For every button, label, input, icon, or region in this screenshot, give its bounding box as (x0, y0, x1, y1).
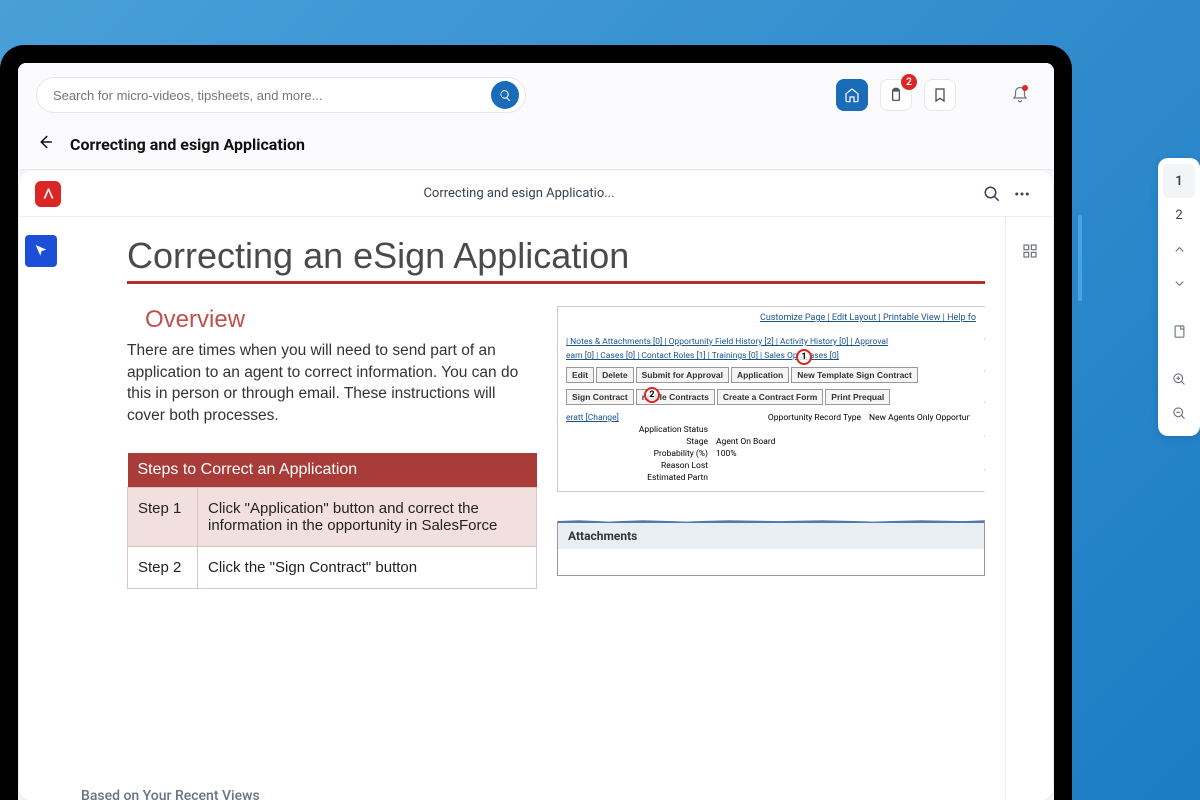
sf-related-nav: | Notes & Attachments [0] | Opportunity … (566, 337, 976, 347)
more-horizontal-icon (1013, 185, 1031, 203)
grid-icon (1022, 243, 1038, 259)
notification-dot (1022, 85, 1028, 91)
step-text: Click the "Sign Contract" button (198, 546, 537, 588)
step-number: Step 1 (128, 487, 198, 546)
search-icon (983, 185, 1001, 203)
page-1-button[interactable]: 1 (1163, 164, 1195, 198)
sf-button-row: 1 Edit Delete Submit for Approval Applic… (566, 367, 976, 383)
annotation-circle-2: 2 (644, 387, 660, 403)
page-2-button[interactable]: 2 (1163, 198, 1195, 232)
table-row: Step 2 Click the "Sign Contract" button (128, 546, 537, 588)
topbar: 2 (18, 63, 1054, 125)
sf-button-row: 2 Sign Contract ntable Contracts Create … (566, 389, 976, 405)
app-screen: 2 Correcting and esign Application Corre… (18, 63, 1054, 800)
zoom-out-icon (1172, 406, 1187, 421)
document-heading: Correcting an eSign Application (127, 235, 985, 284)
clipboard-icon (888, 87, 904, 103)
titlebar: Correcting and esign Application (18, 125, 1054, 170)
pdf-document-title: Correcting and esign Applicatio... (61, 186, 977, 201)
select-tool[interactable] (25, 235, 57, 267)
grid-view-button[interactable] (1014, 235, 1046, 267)
search-container (36, 77, 526, 113)
annotation-circle-1: 1 (796, 349, 812, 365)
tablet-frame: 2 Correcting and esign Application Corre… (0, 45, 1072, 800)
fit-page-button[interactable] (1163, 314, 1195, 348)
document-area[interactable]: Correcting an eSign Application Overview… (63, 217, 1005, 800)
document-left-column: Overview There are times when you will n… (127, 306, 537, 589)
sf-create-contract-button: Create a Contract Form (717, 389, 823, 405)
search-icon (499, 89, 512, 102)
chevron-up-icon (1172, 242, 1187, 257)
steps-table-header: Steps to Correct an Application (128, 453, 537, 488)
salesforce-screenshot: Customize Page | Edit Layout | Printable… (557, 306, 985, 492)
search-input[interactable] (53, 88, 491, 103)
step-number: Step 2 (128, 546, 198, 588)
steps-table: Steps to Correct an Application Step 1 C… (127, 453, 537, 589)
clipboard-badge: 2 (901, 74, 917, 90)
sf-page-links: Customize Page | Edit Layout | Printable… (566, 313, 976, 323)
sf-edit-button: Edit (566, 367, 594, 383)
table-row: Step 1 Click "Application" button and co… (128, 487, 537, 546)
document-page: Correcting an eSign Application Overview… (63, 217, 1005, 800)
sf-related-nav: eam [0] | Cases [0] | Contact Roles [1] … (566, 351, 976, 361)
pdf-viewer: Correcting and esign Applicatio... Corre… (19, 171, 1053, 800)
attachments-heading: Attachments (558, 521, 984, 549)
home-button[interactable] (836, 79, 868, 111)
attachments-panel: Attachments (557, 520, 985, 576)
pdf-more-button[interactable] (1007, 179, 1037, 209)
zoom-out-button[interactable] (1163, 396, 1195, 430)
zoom-in-icon (1172, 372, 1187, 387)
home-icon (844, 87, 860, 103)
pdf-header: Correcting and esign Applicatio... (19, 171, 1053, 217)
prev-page-button[interactable] (1163, 232, 1195, 266)
document-right-column: Customize Page | Edit Layout | Printable… (557, 306, 985, 589)
sf-change-link: eratt [Change] (566, 413, 619, 423)
search-button[interactable] (491, 81, 519, 109)
zoom-in-button[interactable] (1163, 362, 1195, 396)
pdf-sidebar (1005, 217, 1053, 800)
document-icon (1172, 324, 1187, 339)
page-tools-panel: 1 2 (1158, 158, 1200, 436)
back-button[interactable] (36, 133, 54, 155)
pdf-body: Correcting an eSign Application Overview… (19, 217, 1053, 800)
adobe-icon (35, 181, 61, 207)
next-page-button[interactable] (1163, 266, 1195, 300)
step-text: Click "Application" button and correct t… (198, 487, 537, 546)
scrollbar-indicator[interactable] (1078, 215, 1082, 301)
overview-text: There are times when you will need to se… (127, 340, 537, 427)
sf-fields: eratt [Change] Opportunity Record Type N… (566, 413, 976, 483)
bookmark-icon (932, 87, 948, 103)
sf-submit-approval-button: Submit for Approval (636, 367, 729, 383)
overview-heading: Overview (145, 306, 537, 334)
sf-new-template-button: New Template Sign Contract (791, 367, 918, 383)
sf-application-button: Application (731, 367, 789, 383)
notifications-button[interactable] (1004, 79, 1036, 111)
arrow-left-icon (36, 133, 54, 151)
recent-views-label: Based on Your Recent Views (81, 788, 260, 800)
chevron-down-icon (1172, 276, 1187, 291)
cursor-icon (33, 243, 49, 259)
bookmark-button[interactable] (924, 79, 956, 111)
pdf-toolstrip (19, 217, 63, 800)
page-title: Correcting and esign Application (70, 135, 305, 154)
pdf-search-button[interactable] (977, 179, 1007, 209)
sf-delete-button: Delete (596, 367, 634, 383)
sf-print-prequal-button: Print Prequal (825, 389, 890, 405)
clipboard-button[interactable]: 2 (880, 79, 912, 111)
sf-sign-contract-button: Sign Contract (566, 389, 634, 405)
